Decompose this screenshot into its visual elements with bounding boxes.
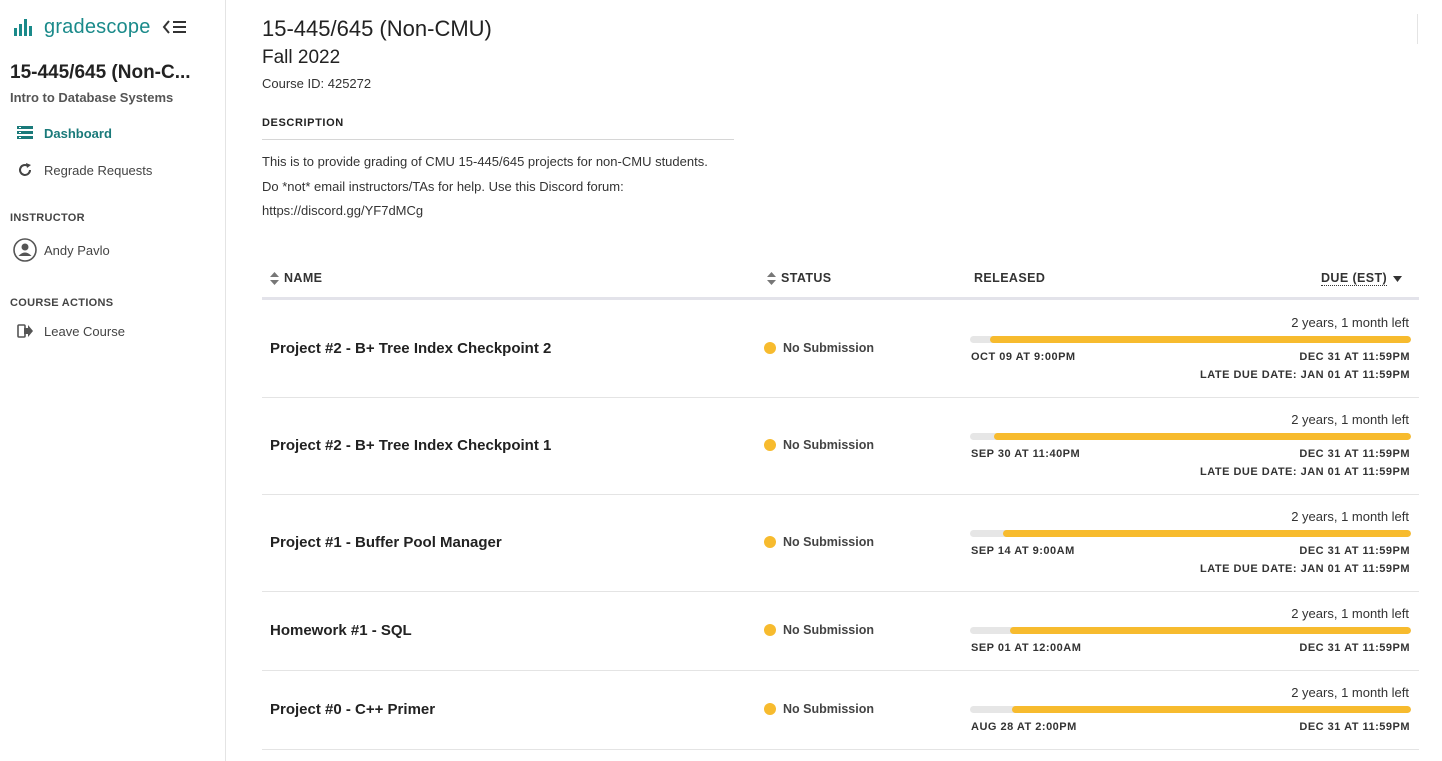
late-due-date: LATE DUE DATE: JAN 01 AT 11:59PM <box>1200 369 1410 381</box>
assignment-name[interactable]: Project #1 - Buffer Pool Manager <box>270 534 502 551</box>
leave-course-label: Leave Course <box>44 323 125 339</box>
status-badge: No Submission <box>764 702 874 716</box>
description-heading: DESCRIPTION <box>262 117 344 129</box>
sign-out-icon <box>16 322 34 340</box>
time-left: 2 years, 1 month left <box>1291 509 1409 524</box>
time-left: 2 years, 1 month left <box>1291 685 1409 700</box>
due-date: DEC 31 AT 11:59PM <box>1299 545 1410 557</box>
released-date: SEP 01 AT 12:00AM <box>971 642 1082 654</box>
time-left: 2 years, 1 month left <box>1291 606 1409 621</box>
assignments-table-header: NAME STATUS RELEASED DUE (EST) <box>262 268 1419 300</box>
sidebar-item-regrade-requests[interactable]: Regrade Requests <box>16 159 152 181</box>
time-left: 2 years, 1 month left <box>1291 412 1409 427</box>
table-row: Project #2 - B+ Tree Index Checkpoint 2 … <box>262 301 1419 398</box>
due-date: DEC 31 AT 11:59PM <box>1299 642 1410 654</box>
course-description: This is to provide grading of CMU 15-445… <box>262 154 708 218</box>
instructor-name: Andy Pavlo <box>44 242 110 258</box>
brand-name: gradescope <box>44 15 151 38</box>
sidebar-item-dashboard[interactable]: Dashboard <box>16 122 112 144</box>
gradescope-logo-icon <box>14 18 32 36</box>
progress-fill <box>1011 706 1411 713</box>
table-row: Project #0 - C++ Primer No Submission 2 … <box>262 671 1419 750</box>
status-dot-icon <box>764 624 776 636</box>
due-date: DEC 31 AT 11:59PM <box>1299 448 1410 460</box>
late-due-date: LATE DUE DATE: JAN 01 AT 11:59PM <box>1200 563 1410 575</box>
status-badge: No Submission <box>764 438 874 452</box>
status-badge: No Submission <box>764 341 874 355</box>
sort-down-icon <box>1393 275 1403 282</box>
dashboard-icon <box>16 124 34 142</box>
table-row: Project #2 - B+ Tree Index Checkpoint 1 … <box>262 398 1419 495</box>
sidebar-item-label: Regrade Requests <box>44 162 153 178</box>
late-due-date: LATE DUE DATE: JAN 01 AT 11:59PM <box>1200 466 1410 478</box>
progress-bar <box>970 627 1411 634</box>
progress-bar <box>970 336 1411 343</box>
column-header-due[interactable]: DUE (EST) <box>1321 271 1403 286</box>
sidebar-item-label: Dashboard <box>44 125 112 141</box>
column-header-released[interactable]: RELEASED <box>974 271 1045 285</box>
collapse-sidebar-button[interactable] <box>162 16 190 38</box>
progress-fill <box>994 433 1411 440</box>
instructor-item[interactable]: Andy Pavlo <box>13 238 110 262</box>
progress-bar <box>970 706 1411 713</box>
assignment-name[interactable]: Project #2 - B+ Tree Index Checkpoint 1 <box>270 437 551 454</box>
progress-bar <box>970 530 1411 537</box>
sidebar-course-title[interactable]: 15-445/645 (Non-C... <box>10 62 191 84</box>
description-divider <box>262 139 734 140</box>
instructor-heading: INSTRUCTOR <box>10 212 85 224</box>
header-divider <box>1417 14 1418 44</box>
leave-course-button[interactable]: Leave Course <box>16 320 125 342</box>
sort-icon <box>767 271 776 285</box>
table-row: Homework #1 - SQL No Submission 2 years,… <box>262 592 1419 671</box>
progress-fill <box>1003 530 1411 537</box>
status-dot-icon <box>764 342 776 354</box>
released-date: OCT 09 AT 9:00PM <box>971 351 1076 363</box>
user-avatar-icon <box>13 238 37 262</box>
status-dot-icon <box>764 439 776 451</box>
released-date: AUG 28 AT 2:00PM <box>971 721 1077 733</box>
refresh-icon <box>16 161 34 179</box>
progress-fill <box>1009 627 1411 634</box>
due-date: DEC 31 AT 11:59PM <box>1299 351 1410 363</box>
progress-bar <box>970 433 1411 440</box>
due-date: DEC 31 AT 11:59PM <box>1299 721 1410 733</box>
released-date: SEP 14 AT 9:00AM <box>971 545 1075 557</box>
time-left: 2 years, 1 month left <box>1291 315 1409 330</box>
sidebar-course-subtitle: Intro to Database Systems <box>10 90 174 105</box>
page-title: 15-445/645 (Non-CMU) <box>262 16 492 41</box>
course-term: Fall 2022 <box>262 47 341 68</box>
status-badge: No Submission <box>764 535 874 549</box>
column-header-name[interactable]: NAME <box>270 271 322 285</box>
sort-icon <box>270 271 279 285</box>
sidebar: gradescope 15-445/645 (Non-C... Intro to… <box>0 0 226 761</box>
assignment-name[interactable]: Project #0 - C++ Primer <box>270 701 435 718</box>
collapse-menu-icon <box>162 20 186 34</box>
status-dot-icon <box>764 536 776 548</box>
course-actions-heading: COURSE ACTIONS <box>10 297 114 309</box>
column-header-status[interactable]: STATUS <box>767 271 832 285</box>
table-row: Project #1 - Buffer Pool Manager No Subm… <box>262 495 1419 592</box>
assignment-name[interactable]: Project #2 - B+ Tree Index Checkpoint 2 <box>270 340 551 357</box>
progress-fill <box>989 336 1411 343</box>
status-badge: No Submission <box>764 623 874 637</box>
status-dot-icon <box>764 703 776 715</box>
brand[interactable]: gradescope <box>14 14 151 40</box>
assignment-name[interactable]: Homework #1 - SQL <box>270 622 412 639</box>
course-id: Course ID: 425272 <box>262 76 372 91</box>
released-date: SEP 30 AT 11:40PM <box>971 448 1081 460</box>
